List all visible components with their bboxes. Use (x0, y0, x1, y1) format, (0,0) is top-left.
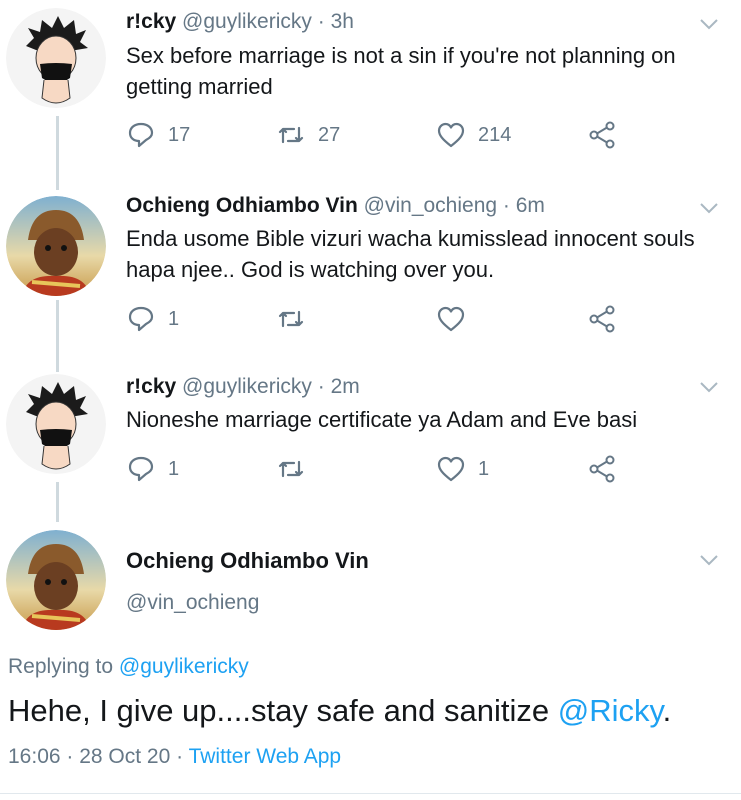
chevron-down-icon[interactable] (697, 375, 721, 399)
source-link[interactable]: Twitter Web App (189, 745, 342, 768)
avatar[interactable] (6, 196, 106, 296)
tweet-actions: 1 1 (126, 452, 646, 486)
main-tweet-text: Hehe, I give up....stay safe and sanitiz… (8, 693, 671, 729)
like-button[interactable]: 1 (436, 452, 489, 486)
thread-line (56, 116, 59, 190)
avatar[interactable] (6, 374, 106, 474)
like-icon (437, 122, 465, 148)
retweet-button[interactable] (276, 452, 318, 486)
retweet-button[interactable] (276, 302, 318, 336)
share-icon (589, 121, 615, 149)
chevron-down-icon[interactable] (697, 12, 721, 36)
retweet-icon (278, 310, 304, 328)
separator: · (311, 375, 331, 398)
divider (0, 793, 741, 794)
author-handle[interactable]: @guylikericky (182, 10, 312, 33)
tweet-text: Enda usome Bible vizuri wacha kumisslead… (126, 226, 695, 282)
thread-line (56, 482, 59, 522)
retweet-button[interactable]: 27 (276, 118, 340, 152)
avatar[interactable] (6, 8, 106, 108)
tweet-date: 28 Oct 20 (79, 745, 171, 768)
thread-line (56, 300, 59, 372)
tweet-header: Ochieng Odhiambo Vin @vin_ochieng · 6m (126, 194, 545, 218)
replying-label: Replying to (8, 655, 114, 678)
separator: · (311, 10, 331, 33)
reply-icon (128, 306, 154, 332)
separator: · (170, 745, 189, 768)
author-name[interactable]: r!cky (126, 375, 176, 398)
share-icon (589, 305, 615, 333)
tweet-actions: 17 27 214 (126, 118, 646, 152)
like-button[interactable]: 214 (436, 118, 511, 152)
reply-button[interactable]: 1 (126, 452, 179, 486)
tweet-text: Nioneshe marriage certificate ya Adam an… (126, 407, 638, 432)
avatar[interactable] (6, 530, 106, 630)
separator: · (60, 745, 80, 768)
author-name[interactable]: Ochieng Odhiambo Vin (126, 548, 369, 574)
tweet-header: r!cky @guylikericky · 2m (126, 375, 360, 399)
like-button[interactable] (436, 302, 478, 336)
timestamp[interactable]: 6m (516, 194, 545, 217)
share-button[interactable] (588, 452, 618, 486)
share-icon (589, 455, 615, 483)
reply-count: 1 (168, 307, 180, 330)
tweet-text: Hehe, I give up....stay safe and sanitiz… (8, 693, 550, 728)
replying-to: Replying to @guylikericky (8, 655, 249, 679)
reply-button[interactable]: 17 (126, 118, 190, 152)
reply-icon (128, 122, 154, 148)
separator: · (497, 194, 516, 217)
author-handle[interactable]: @vin_ochieng (126, 591, 259, 615)
like-count: 214 (478, 123, 512, 146)
timestamp[interactable]: 2m (331, 375, 360, 398)
author-name[interactable]: Ochieng Odhiambo Vin (126, 194, 358, 217)
tweet-time: 16:06 (8, 745, 61, 768)
share-button[interactable] (588, 302, 618, 336)
author-handle[interactable]: @guylikericky (182, 375, 312, 398)
retweet-icon (278, 126, 304, 144)
tweet-text-end: . (662, 693, 672, 728)
reply-count: 1 (168, 457, 180, 480)
tweet-header: r!cky @guylikericky · 3h (126, 10, 354, 34)
tweet-text: Sex before marriage is not a sin if you'… (126, 43, 676, 99)
like-count: 1 (478, 457, 490, 480)
retweet-icon (278, 460, 304, 478)
timestamp[interactable]: 3h (331, 10, 354, 33)
chevron-down-icon[interactable] (697, 548, 721, 572)
replying-handle-link[interactable]: @guylikericky (119, 655, 249, 678)
tweet-meta: 16:06 · 28 Oct 20 · Twitter Web App (8, 745, 341, 769)
author-handle[interactable]: @vin_ochieng (364, 194, 497, 217)
chevron-down-icon[interactable] (697, 196, 721, 220)
reply-count: 17 (168, 123, 191, 146)
mention-link[interactable]: @Ricky (558, 693, 663, 728)
like-icon (437, 306, 465, 332)
tweet-actions: 1 (126, 302, 646, 336)
reply-icon (128, 456, 154, 482)
like-icon (437, 456, 465, 482)
author-name[interactable]: r!cky (126, 10, 176, 33)
reply-button[interactable]: 1 (126, 302, 179, 336)
share-button[interactable] (588, 118, 618, 152)
retweet-count: 27 (318, 123, 341, 146)
